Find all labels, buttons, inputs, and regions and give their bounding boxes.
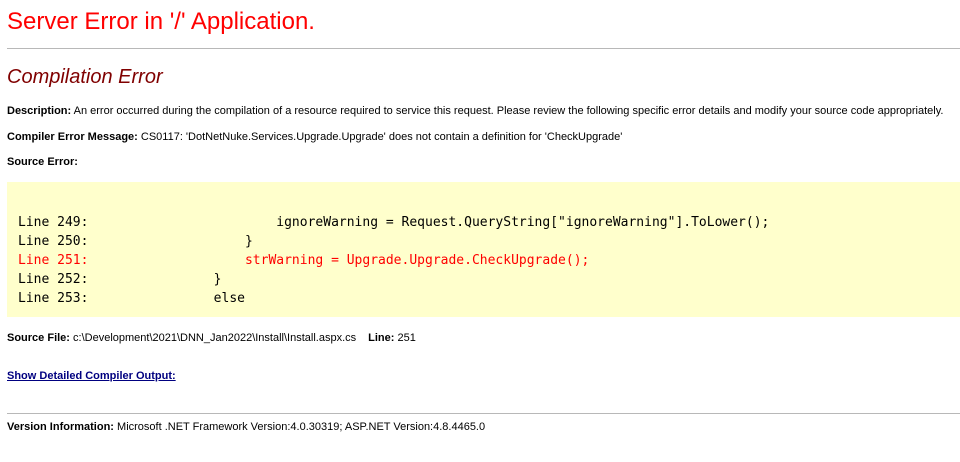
- show-compiler-output-link[interactable]: Show Detailed Compiler Output:: [7, 369, 176, 383]
- source-line-number: 251: [394, 332, 416, 344]
- description-row: Description: An error occurred during th…: [7, 104, 943, 118]
- description-label: Description:: [7, 105, 72, 117]
- source-line-250: Line 250: }: [18, 234, 253, 249]
- title-divider: [7, 48, 960, 49]
- source-code-block[interactable]: Line 249: ignoreWarning = Request.QueryS…: [7, 182, 960, 317]
- compiler-message-text: CS0117: 'DotNetNuke.Services.Upgrade.Upg…: [137, 131, 623, 143]
- version-text: Microsoft .NET Framework Version:4.0.303…: [113, 421, 486, 433]
- source-file-row: Source File: c:\Development\2021\DNN_Jan…: [7, 331, 416, 345]
- source-line-252: Line 252: }: [18, 272, 222, 287]
- source-file-label: Source File:: [7, 332, 70, 344]
- version-label: Version Information:: [7, 421, 114, 433]
- source-error-label: Source Error:: [7, 156, 78, 168]
- source-code-lines: Line 249: ignoreWarning = Request.QueryS…: [18, 213, 769, 308]
- version-divider: [7, 413, 960, 414]
- source-line-253: Line 253: else: [18, 291, 245, 306]
- source-line-249: Line 249: ignoreWarning = Request.QueryS…: [18, 215, 770, 230]
- source-line-label: Line:: [368, 332, 395, 344]
- description-text: An error occurred during the compilation…: [71, 105, 944, 117]
- source-file-path: c:\Development\2021\DNN_Jan2022\Install\…: [69, 332, 357, 344]
- error-subtitle: Compilation Error: [7, 66, 163, 88]
- source-error-row: Source Error:: [7, 155, 78, 169]
- error-page: Server Error in '/' Application. Compila…: [0, 0, 960, 462]
- compiler-message-label: Compiler Error Message:: [7, 131, 138, 143]
- page-title: Server Error in '/' Application.: [7, 8, 315, 35]
- compiler-message-row: Compiler Error Message: CS0117: 'DotNetN…: [7, 130, 622, 144]
- source-line-251-error: Line 251: strWarning = Upgrade.Upgrade.C…: [18, 253, 590, 268]
- version-row: Version Information: Microsoft .NET Fram…: [7, 420, 485, 434]
